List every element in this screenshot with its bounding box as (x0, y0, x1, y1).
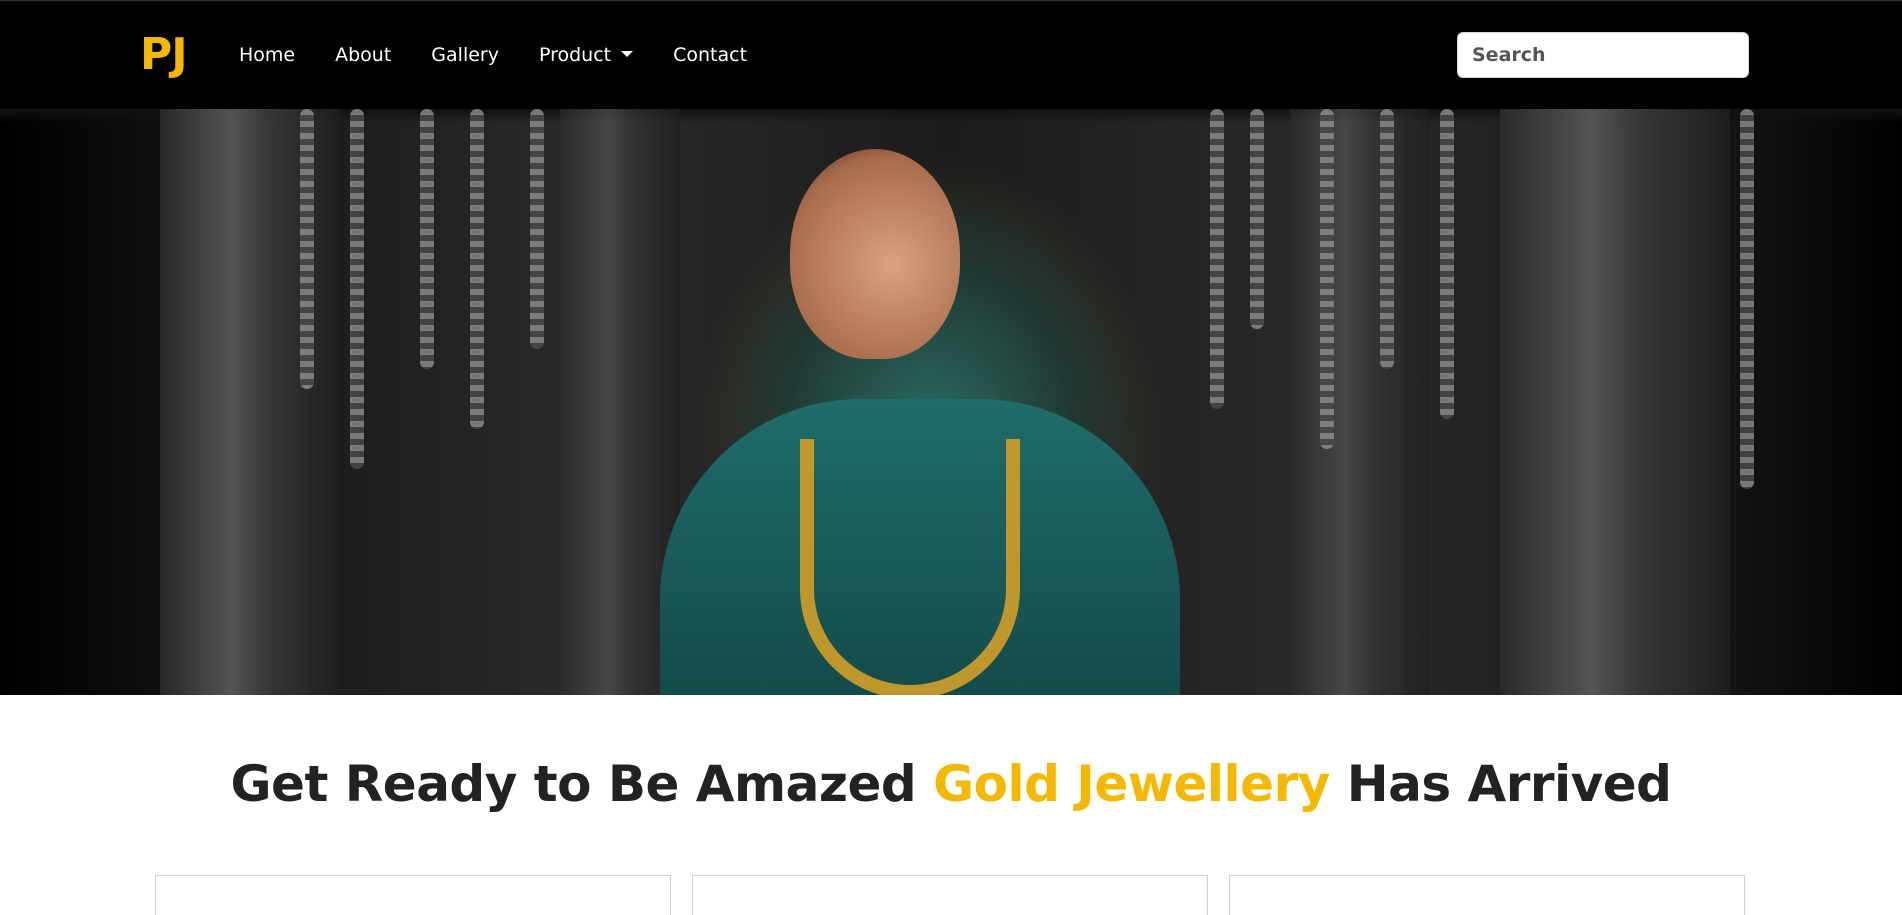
flower-garland (1380, 109, 1394, 369)
flower-garland (530, 109, 544, 349)
nav-links: Home About Gallery Product Contact (239, 44, 787, 66)
flower-garland (1740, 109, 1754, 489)
product-card[interactable] (155, 875, 671, 915)
flower-garland (1250, 109, 1264, 329)
flower-garland (300, 109, 314, 389)
product-card[interactable] (1229, 875, 1745, 915)
nav-link-contact[interactable]: Contact (673, 44, 747, 66)
page-headline: Get Ready to Be Amazed Gold Jewellery Ha… (0, 755, 1902, 813)
headline-highlight: Gold Jewellery (933, 755, 1330, 813)
model-face (790, 149, 960, 359)
gold-necklace (800, 439, 1020, 695)
caret-down-icon (621, 51, 634, 57)
flower-garland (470, 109, 484, 429)
navbar: PJ Home About Gallery Product Contact (0, 0, 1902, 109)
headline-part1: Get Ready to Be Amazed (230, 755, 934, 813)
nav-dropdown-product[interactable]: Product (538, 44, 634, 66)
hero-banner (0, 109, 1902, 695)
flower-garland (1440, 109, 1454, 419)
search-input[interactable] (1457, 32, 1749, 78)
brand-logo[interactable]: PJ (140, 29, 188, 80)
flower-garland (420, 109, 434, 369)
nav-link-product-label: Product (538, 44, 612, 66)
flower-garland (350, 109, 364, 469)
pillar-right-inner (1290, 109, 1430, 695)
pillar-right (1500, 109, 1730, 695)
nav-link-gallery[interactable]: Gallery (431, 44, 499, 66)
flower-garland (1320, 109, 1334, 449)
headline-part2: Has Arrived (1329, 755, 1672, 813)
nav-link-about[interactable]: About (335, 44, 391, 66)
nav-link-home[interactable]: Home (239, 44, 295, 66)
product-card[interactable] (692, 875, 1208, 915)
